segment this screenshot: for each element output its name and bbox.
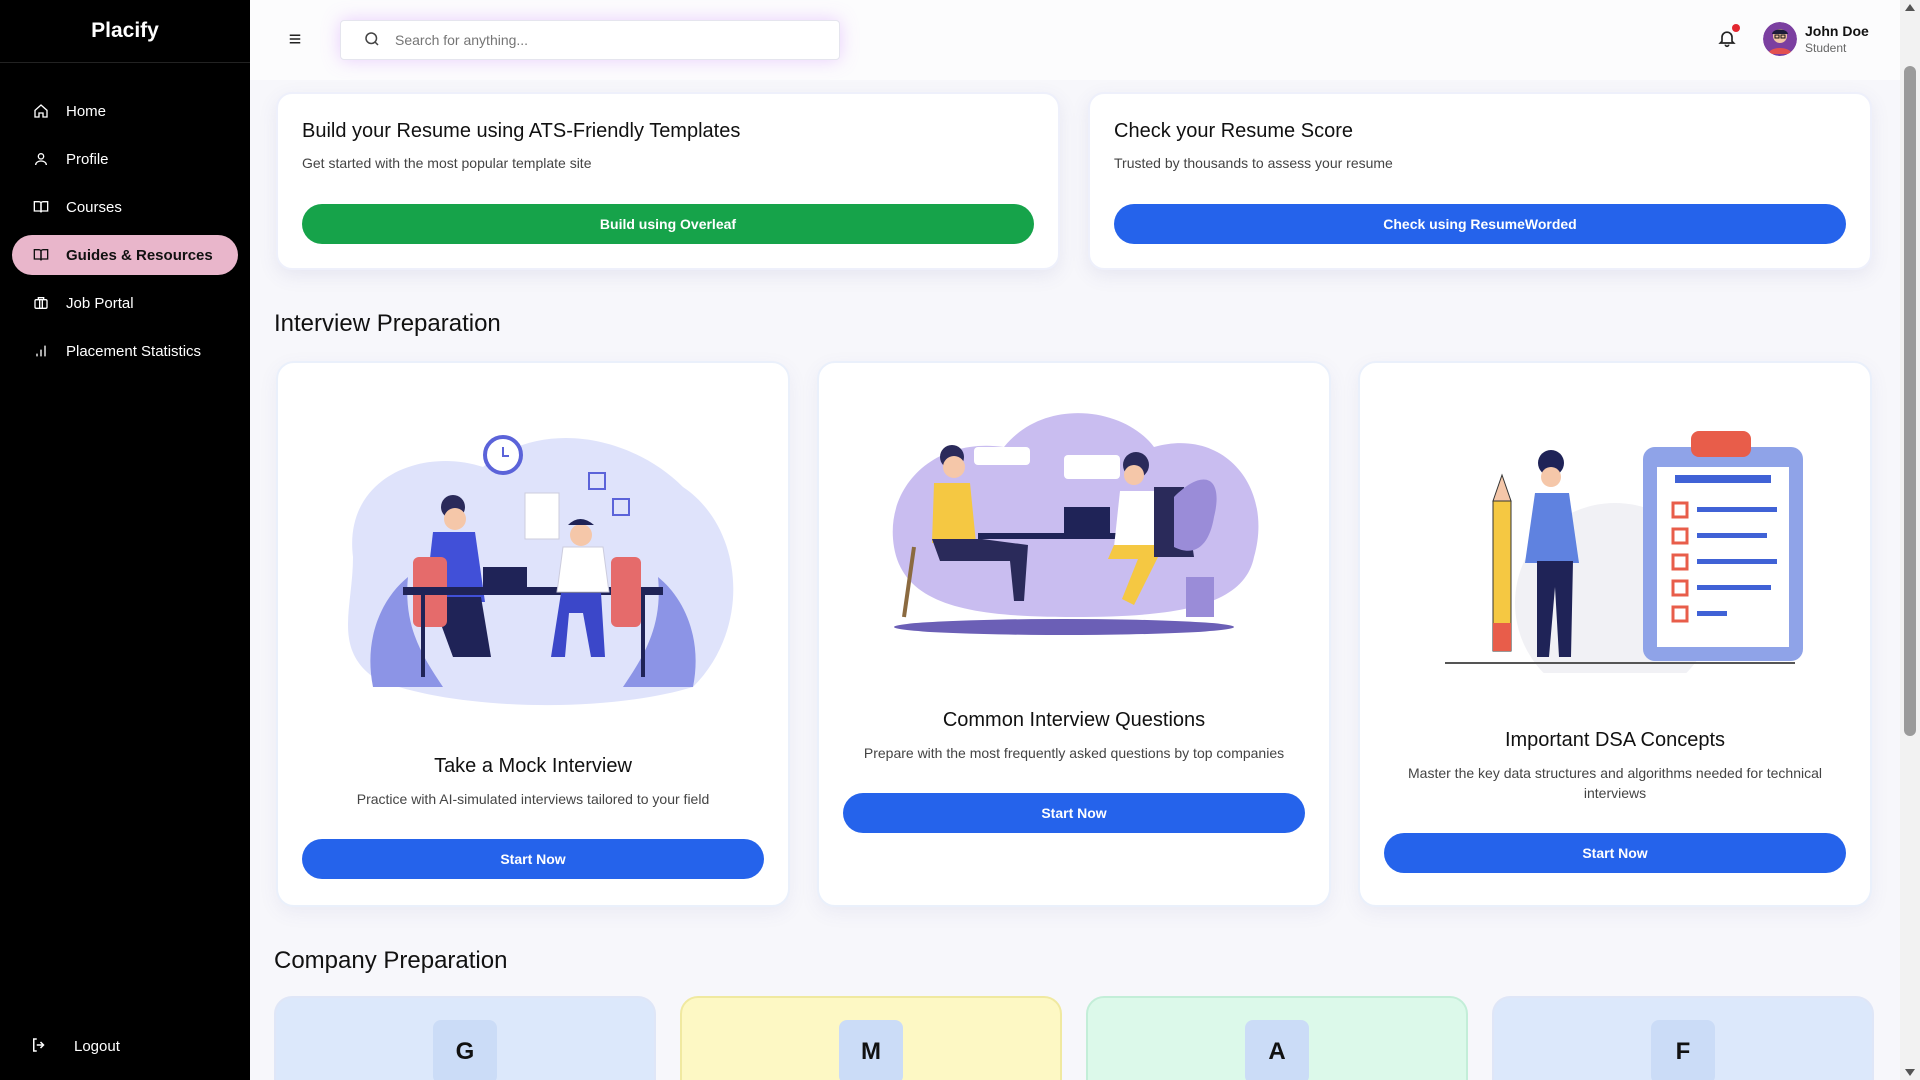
dsa-concepts-illustration [1360, 423, 1870, 673]
briefcase-icon [32, 294, 50, 312]
company-card-f[interactable]: F [1492, 996, 1874, 1080]
company-card-a[interactable]: A [1086, 996, 1468, 1080]
company-logo: G [433, 1020, 497, 1080]
user-icon [32, 150, 50, 168]
user-info: John Doe Student [1805, 23, 1869, 55]
company-card-m[interactable]: M [680, 996, 1062, 1080]
menu-icon[interactable] [286, 30, 304, 48]
common-questions-desc: Prepare with the most frequently asked q… [863, 745, 1285, 761]
mock-interview-start-button[interactable]: Start Now [302, 839, 764, 879]
search-icon [363, 30, 383, 50]
search-bar [340, 20, 840, 60]
logout-label: Logout [74, 1037, 120, 1055]
sidebar-item-label: Job Portal [66, 294, 134, 312]
check-resumeworded-button[interactable]: Check using ResumeWorded [1114, 204, 1846, 244]
mock-interview-desc: Practice with AI-simulated interviews ta… [356, 791, 710, 807]
common-questions-illustration [819, 407, 1329, 647]
notification-dot [1732, 24, 1740, 32]
main-content: Build your Resume using ATS-Friendly Tem… [250, 80, 1900, 1080]
home-icon [32, 102, 50, 120]
scroll-thumb[interactable] [1904, 66, 1916, 736]
brand-logo[interactable]: Placify [0, 0, 250, 63]
company-logo: M [839, 1020, 903, 1080]
sidebar-item-label: Placement Statistics [66, 342, 202, 360]
scroll-up-arrow-icon[interactable] [1905, 4, 1915, 11]
company-logo: F [1651, 1020, 1715, 1080]
logout-icon [30, 1036, 50, 1056]
common-questions-title: Common Interview Questions [942, 709, 1206, 731]
build-resume-card: Build your Resume using ATS-Friendly Tem… [276, 92, 1060, 270]
interview-section-title: Interview Preparation [274, 310, 501, 337]
dsa-concepts-start-button[interactable]: Start Now [1384, 833, 1846, 873]
sidebar: Placify Home Profile Courses Guides & Re… [0, 0, 250, 1080]
dsa-concepts-title: Important DSA Concepts [1504, 729, 1726, 751]
resume-score-card: Check your Resume Score Trusted by thous… [1088, 92, 1872, 270]
notification-button[interactable] [1717, 24, 1740, 52]
bar-chart-icon [32, 342, 50, 360]
mock-interview-card: Take a Mock Interview Practice with AI-s… [276, 361, 790, 907]
build-resume-subtitle: Get started with the most popular templa… [302, 155, 592, 171]
avatar [1763, 22, 1797, 56]
sidebar-item-job-portal[interactable]: Job Portal [12, 283, 238, 323]
sidebar-item-courses[interactable]: Courses [12, 187, 238, 227]
company-logo: A [1245, 1020, 1309, 1080]
mock-interview-title: Take a Mock Interview [434, 755, 632, 777]
sidebar-item-guides-resources[interactable]: Guides & Resources [12, 235, 238, 275]
sidebar-item-placement-statistics[interactable]: Placement Statistics [12, 331, 238, 371]
sidebar-item-profile[interactable]: Profile [12, 139, 238, 179]
dsa-concepts-desc: Master the key data structures and algor… [1408, 765, 1822, 801]
mock-interview-illustration [278, 407, 788, 707]
sidebar-item-label: Courses [66, 198, 122, 216]
company-card-g[interactable]: G [274, 996, 656, 1080]
user-name: John Doe [1805, 23, 1869, 39]
common-questions-card: Common Interview Questions Prepare with … [817, 361, 1331, 907]
sidebar-item-label: Home [66, 102, 107, 120]
book-icon [32, 198, 50, 216]
sidebar-item-label: Profile [66, 150, 109, 168]
logout-button[interactable]: Logout [30, 1036, 120, 1056]
scroll-down-arrow-icon[interactable] [1905, 1069, 1915, 1076]
search-input[interactable] [395, 32, 815, 48]
sidebar-nav: Home Profile Courses Guides & Resources … [0, 63, 250, 371]
top-header: John Doe Student [250, 0, 1900, 80]
company-section-title: Company Preparation [274, 947, 508, 974]
bell-icon [1717, 31, 1737, 52]
user-role: Student [1805, 41, 1847, 55]
sidebar-item-label: Guides & Resources [66, 246, 213, 264]
build-overleaf-button[interactable]: Build using Overleaf [302, 204, 1034, 244]
dsa-concepts-card: Important DSA Concepts Master the key da… [1358, 361, 1872, 907]
common-questions-start-button[interactable]: Start Now [843, 793, 1305, 833]
page-scrollbar[interactable] [1900, 0, 1920, 1080]
sidebar-item-home[interactable]: Home [12, 91, 238, 131]
build-resume-title: Build your Resume using ATS-Friendly Tem… [302, 120, 741, 142]
book-open-icon [32, 246, 50, 264]
user-menu[interactable]: John Doe Student [1763, 22, 1869, 56]
resume-score-title: Check your Resume Score [1114, 120, 1353, 142]
resume-score-subtitle: Trusted by thousands to assess your resu… [1114, 155, 1393, 171]
